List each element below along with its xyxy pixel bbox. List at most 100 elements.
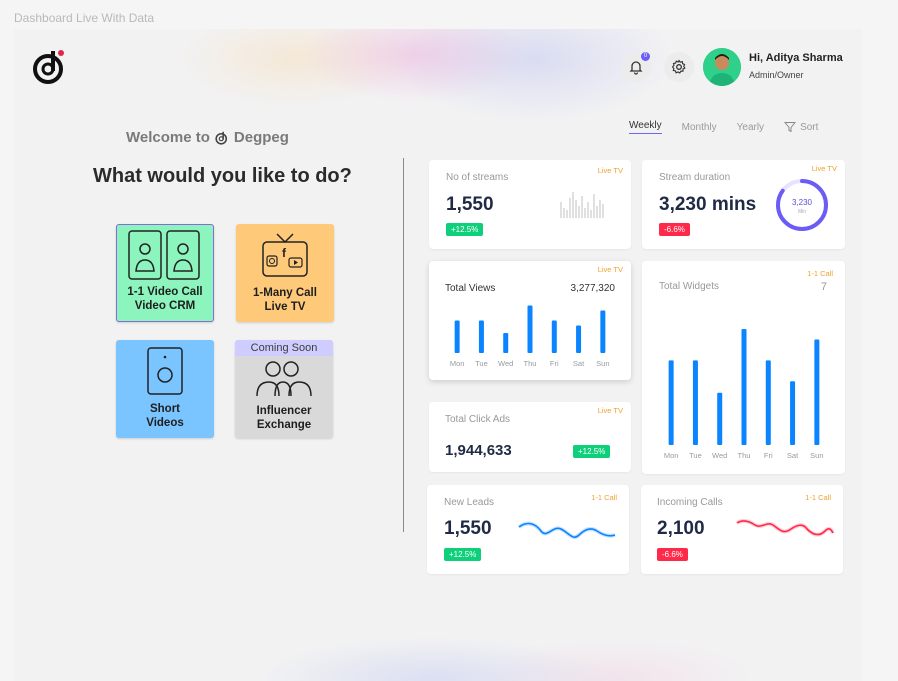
change-badge: -6.6% bbox=[657, 548, 688, 561]
sort-button[interactable]: Sort bbox=[784, 121, 818, 133]
bar bbox=[814, 339, 820, 445]
day-label: Sat bbox=[786, 451, 799, 460]
short-video-icon bbox=[147, 347, 183, 395]
widgets-bar-chart bbox=[668, 329, 820, 445]
bar bbox=[503, 333, 509, 353]
user-avatar[interactable] bbox=[703, 48, 741, 86]
card-tag: 1-1 Call bbox=[807, 269, 833, 278]
change-badge: -6.6% bbox=[659, 223, 690, 236]
tile-video-call[interactable]: 1-1 Video Call Video CRM bbox=[116, 224, 214, 322]
tab-weekly[interactable]: Weekly bbox=[629, 120, 662, 134]
card-title: Total Views bbox=[445, 283, 496, 294]
day-label: Sun bbox=[596, 359, 610, 368]
day-label: Wed bbox=[498, 359, 514, 368]
day-label: Sun bbox=[810, 451, 824, 460]
change-badge: +12.5% bbox=[573, 445, 611, 458]
tile-live-tv[interactable]: f 1-Many Call Live TV bbox=[236, 224, 334, 322]
card-total-views[interactable]: Live TV Total Views 3,277,320 Mon Tue Wed T… bbox=[429, 261, 631, 380]
welcome-brand: Degpeg bbox=[233, 129, 289, 146]
day-label: Fri bbox=[763, 451, 773, 460]
day-label: Fri bbox=[549, 359, 559, 368]
calls-value: 2,100 bbox=[657, 518, 705, 539]
svg-text:f: f bbox=[282, 246, 287, 260]
card-title: Total Click Ads bbox=[445, 414, 511, 425]
day-label: Thu bbox=[737, 451, 751, 460]
card-incoming-calls[interactable]: 1-1 Call Incoming Calls 2,100 -6.6% bbox=[641, 485, 843, 574]
bell-icon bbox=[629, 61, 643, 75]
frame-title: Dashboard Live With Data bbox=[14, 11, 155, 25]
card-stream-duration[interactable]: Live TV Stream duration 3,230 mins -6.6%… bbox=[642, 160, 845, 249]
card-streams[interactable]: Live TV No of streams 1,550 +12.5% bbox=[429, 160, 631, 249]
duration-value: 3,230 mins bbox=[659, 194, 757, 215]
tile-short-videos[interactable]: Short Videos bbox=[116, 340, 214, 438]
tile-label: Influencer Exchange bbox=[256, 405, 312, 431]
change-badge: +12.5% bbox=[444, 548, 482, 561]
views-bar-chart bbox=[454, 305, 606, 353]
streams-sparkbars bbox=[560, 192, 604, 218]
card-title: Total Widgets bbox=[659, 281, 720, 292]
change-badge: +12.5% bbox=[446, 223, 484, 236]
card-title: New Leads bbox=[444, 497, 495, 508]
calls-sparkline bbox=[735, 518, 835, 537]
dashboard-canvas: 0 Hi, Aditya Sharma Admin/Owner Welcome … bbox=[14, 29, 862, 681]
ring-value: 3,230 bbox=[792, 198, 813, 207]
period-tabs: Weekly Monthly Yearly Sort bbox=[629, 120, 818, 134]
tv-icon: f bbox=[262, 233, 308, 277]
card-tag: 1-1 Call bbox=[591, 493, 617, 502]
settings-button[interactable] bbox=[664, 52, 694, 82]
card-total-widgets[interactable]: 1-1 Call Total Widgets 7 Mon Tue Wed Thu Fri… bbox=[642, 261, 845, 474]
bar bbox=[576, 325, 582, 353]
duration-ring: 3,230 Min bbox=[776, 179, 828, 231]
day-label: Tue bbox=[689, 451, 702, 460]
leads-value: 1,550 bbox=[444, 518, 492, 539]
user-name[interactable]: Hi, Aditya Sharma bbox=[749, 52, 843, 64]
widgets-count: 7 bbox=[820, 281, 827, 293]
vertical-divider bbox=[403, 158, 404, 532]
day-label: Mon bbox=[663, 451, 679, 460]
tile-influencer-exchange[interactable]: Coming Soon Influencer Exchange bbox=[235, 340, 333, 438]
tile-label: 1-Many Call Live TV bbox=[253, 287, 317, 313]
bar bbox=[600, 310, 606, 353]
bar bbox=[741, 329, 747, 445]
day-label: Sat bbox=[572, 359, 585, 368]
tab-yearly[interactable]: Yearly bbox=[737, 122, 764, 133]
welcome-prefix: Welcome to bbox=[126, 129, 210, 146]
user-role: Admin/Owner bbox=[749, 70, 804, 80]
views-day-labels: Mon Tue Wed Thu Fri Sat Sun bbox=[445, 359, 615, 368]
card-tag: Live TV bbox=[597, 166, 623, 175]
card-title: Incoming Calls bbox=[657, 497, 723, 508]
bar bbox=[790, 381, 796, 445]
tile-label: 1-1 Video Call Video CRM bbox=[127, 286, 203, 312]
card-title: No of streams bbox=[446, 172, 509, 183]
bar bbox=[478, 320, 484, 353]
day-label: Thu bbox=[523, 359, 537, 368]
widgets-day-labels: Mon Tue Wed Thu Fri Sat Sun bbox=[659, 451, 829, 460]
card-click-ads[interactable]: Live TV Total Click Ads 1,944,633 +12.5% bbox=[429, 402, 631, 472]
bar bbox=[527, 305, 533, 353]
bar bbox=[692, 360, 698, 445]
group-icon bbox=[256, 361, 312, 397]
welcome-heading: Welcome to Degpeg bbox=[126, 129, 289, 146]
page-question: What would you like to do? bbox=[93, 165, 352, 187]
card-tag: Live TV bbox=[811, 164, 837, 173]
card-new-leads[interactable]: 1-1 Call New Leads 1,550 +12.5% bbox=[427, 485, 629, 574]
day-label: Wed bbox=[712, 451, 728, 460]
tile-label: Short Videos bbox=[146, 403, 184, 429]
card-tag: Live TV bbox=[597, 406, 623, 415]
bar bbox=[717, 392, 723, 445]
tab-monthly[interactable]: Monthly bbox=[682, 122, 717, 133]
degpeg-mini-logo-icon bbox=[215, 131, 227, 145]
bar bbox=[551, 320, 557, 353]
day-label: Mon bbox=[449, 359, 465, 368]
notifications-button[interactable]: 0 bbox=[621, 52, 651, 82]
views-total: 3,277,320 bbox=[570, 283, 616, 294]
degpeg-logo[interactable] bbox=[32, 47, 68, 87]
leads-sparkline bbox=[517, 521, 616, 540]
video-call-icon bbox=[128, 230, 200, 280]
card-title: Stream duration bbox=[659, 172, 731, 183]
card-tag: 1-1 Call bbox=[805, 493, 831, 502]
ring-unit: Min bbox=[798, 209, 806, 215]
gear-icon bbox=[671, 59, 686, 74]
card-tag: Live TV bbox=[597, 265, 623, 274]
bar bbox=[454, 320, 460, 353]
